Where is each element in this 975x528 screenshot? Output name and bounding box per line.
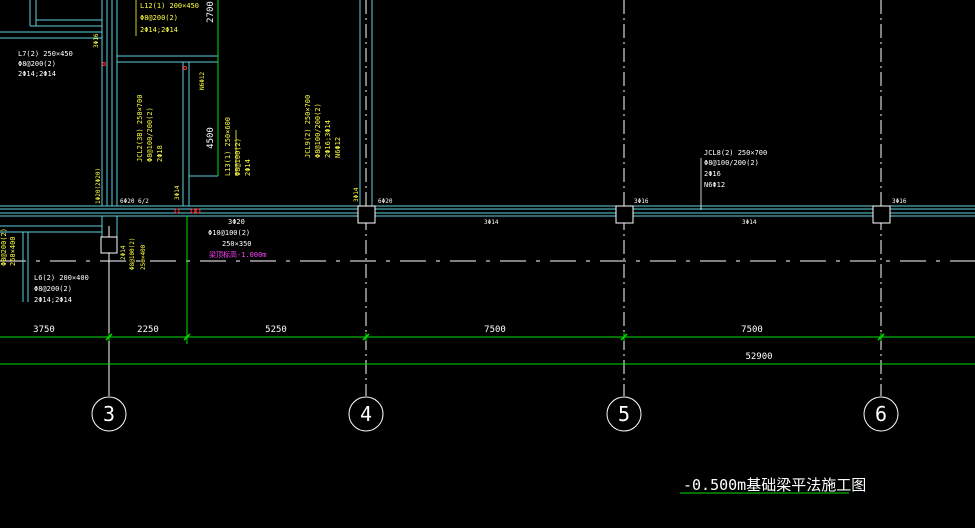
svg-text:2Φ16;3Φ14: 2Φ16;3Φ14 (324, 120, 332, 158)
svg-text:2Φ16: 2Φ16 (704, 170, 721, 178)
note-elevation: 梁顶标高-1.000m (209, 250, 267, 259)
note-l7: L7(2) 250×450 Φ8@200(2) 2Φ14;2Φ14 (18, 50, 73, 78)
rebar-tag-8: 3Φ14 (353, 187, 360, 202)
rebar-tag-5: 3Φ14 (484, 219, 499, 226)
svg-text:Φ8@100/200(2): Φ8@100/200(2) (146, 107, 154, 162)
column-axis-5 (615, 205, 634, 224)
svg-text:Φ8@200(2): Φ8@200(2) (18, 60, 56, 68)
drawing-title: -0.500m基础梁平法施工图 (683, 476, 866, 494)
svg-text:2Φ14;2Φ14: 2Φ14;2Φ14 (140, 26, 178, 34)
column-axis-4 (357, 205, 376, 224)
svg-text:L13(1) 250×600: L13(1) 250×600 (224, 117, 232, 176)
column-axis-6 (872, 205, 891, 224)
note-mid-beam: 3Φ20 Φ10@100(2) 250×350 (208, 218, 252, 248)
dim-text-vertical-2700: 2700 (206, 1, 216, 23)
drawing-svg: 3 4 5 6 3750 2250 5250 7500 7500 52900 2… (0, 0, 975, 494)
svg-text:3Φ20: 3Φ20 (228, 218, 245, 226)
axis-label-3: 3 (103, 402, 115, 426)
rebar-tag-1: 6Φ20 6/2 (120, 198, 149, 205)
rebar-tag-9: 1Φ20(2Φ20) (95, 168, 102, 204)
rebar-tag-3: 3Φ16 (634, 198, 649, 205)
rebar-tag-2: 6Φ20 (378, 198, 393, 205)
dim-text-7500-a: 7500 (484, 325, 506, 335)
svg-text:Φ8@100(2): Φ8@100(2) (129, 237, 136, 270)
axis-label-5: 5 (618, 402, 630, 426)
svg-text:L7(2) 250×450: L7(2) 250×450 (18, 50, 73, 58)
svg-text:Φ10@100(2): Φ10@100(2) (208, 229, 250, 237)
svg-text:L12(1) 200×450: L12(1) 200×450 (140, 2, 199, 10)
rebar-tag-6: 3Φ14 (742, 219, 757, 226)
svg-text:250×350: 250×350 (222, 240, 252, 248)
dim-text-3750: 3750 (33, 325, 55, 335)
svg-text:Φ8@200(2): Φ8@200(2) (0, 228, 8, 266)
main-beam (0, 205, 975, 217)
svg-text:JCL9(2) 250×700: JCL9(2) 250×700 (304, 95, 312, 158)
dim-text-2250: 2250 (137, 325, 159, 335)
dim-text-7500-b: 7500 (741, 325, 763, 335)
svg-text:N6Φ12: N6Φ12 (704, 181, 725, 189)
svg-text:2Φ18: 2Φ18 (156, 145, 164, 162)
note-left-side: Φ8@200(2) 250×400 (0, 228, 17, 266)
note-jcl8: JCL8(2) 250×700 Φ8@100/200(2) 2Φ16 N6Φ12 (700, 149, 767, 210)
svg-text:2Φ14: 2Φ14 (120, 245, 127, 260)
cad-drawing-canvas[interactable]: 3 4 5 6 3750 2250 5250 7500 7500 52900 2… (0, 0, 975, 528)
svg-text:JCL2(3B) 250×700: JCL2(3B) 250×700 (136, 95, 144, 162)
svg-text:N6Φ12: N6Φ12 (334, 137, 342, 158)
note-l6: L6(2) 200×400 Φ8@200(2) 2Φ14;2Φ14 (34, 274, 89, 304)
svg-text:L6(2) 200×400: L6(2) 200×400 (34, 274, 89, 282)
svg-text:2Φ14: 2Φ14 (244, 159, 252, 176)
dim-text-5250: 5250 (265, 325, 287, 335)
svg-text:3Φ16: 3Φ16 (93, 33, 100, 48)
note-jcl9: JCL9(2) 250×700 Φ8@100/200(2) 2Φ16;3Φ14 … (304, 95, 342, 158)
note-l12: L12(1) 200×450 Φ8@200(2) 2Φ14;2Φ14 (135, 0, 199, 36)
dim-text-vertical-4500: 4500 (206, 127, 216, 149)
svg-text:N6Φ12: N6Φ12 (199, 72, 206, 90)
svg-text:250×400: 250×400 (9, 236, 17, 266)
note-jcl2: JCL2(3B) 250×700 Φ8@100/200(2) 2Φ18 (136, 95, 164, 162)
axis-label-6: 6 (875, 402, 887, 426)
svg-text:2Φ14;2Φ14: 2Φ14;2Φ14 (34, 296, 72, 304)
rebar-tag-7: 3Φ14 (174, 185, 181, 200)
svg-text:Φ8@200(2): Φ8@200(2) (140, 14, 178, 22)
dim-text-total: 52900 (745, 352, 772, 362)
svg-text:JCL8(2) 250×700: JCL8(2) 250×700 (704, 149, 767, 157)
column-axis-3 (100, 236, 118, 254)
axis-bubbles (91, 396, 899, 432)
svg-text:Φ8@200(2): Φ8@200(2) (34, 285, 72, 293)
svg-text:Φ8@100/200(2): Φ8@100/200(2) (704, 159, 759, 167)
axis-label-4: 4 (360, 402, 372, 426)
dimension-lines (0, 0, 975, 365)
svg-text:2Φ14;2Φ14: 2Φ14;2Φ14 (18, 70, 56, 78)
svg-text:Φ8@100(2): Φ8@100(2) (234, 138, 242, 176)
rebar-tag-4: 3Φ16 (892, 198, 907, 205)
svg-text:Φ8@100/200(2): Φ8@100/200(2) (314, 103, 322, 158)
svg-text:250×400: 250×400 (140, 244, 147, 270)
note-l13: L13(1) 250×600 Φ8@100(2) 2Φ14 (224, 117, 252, 176)
